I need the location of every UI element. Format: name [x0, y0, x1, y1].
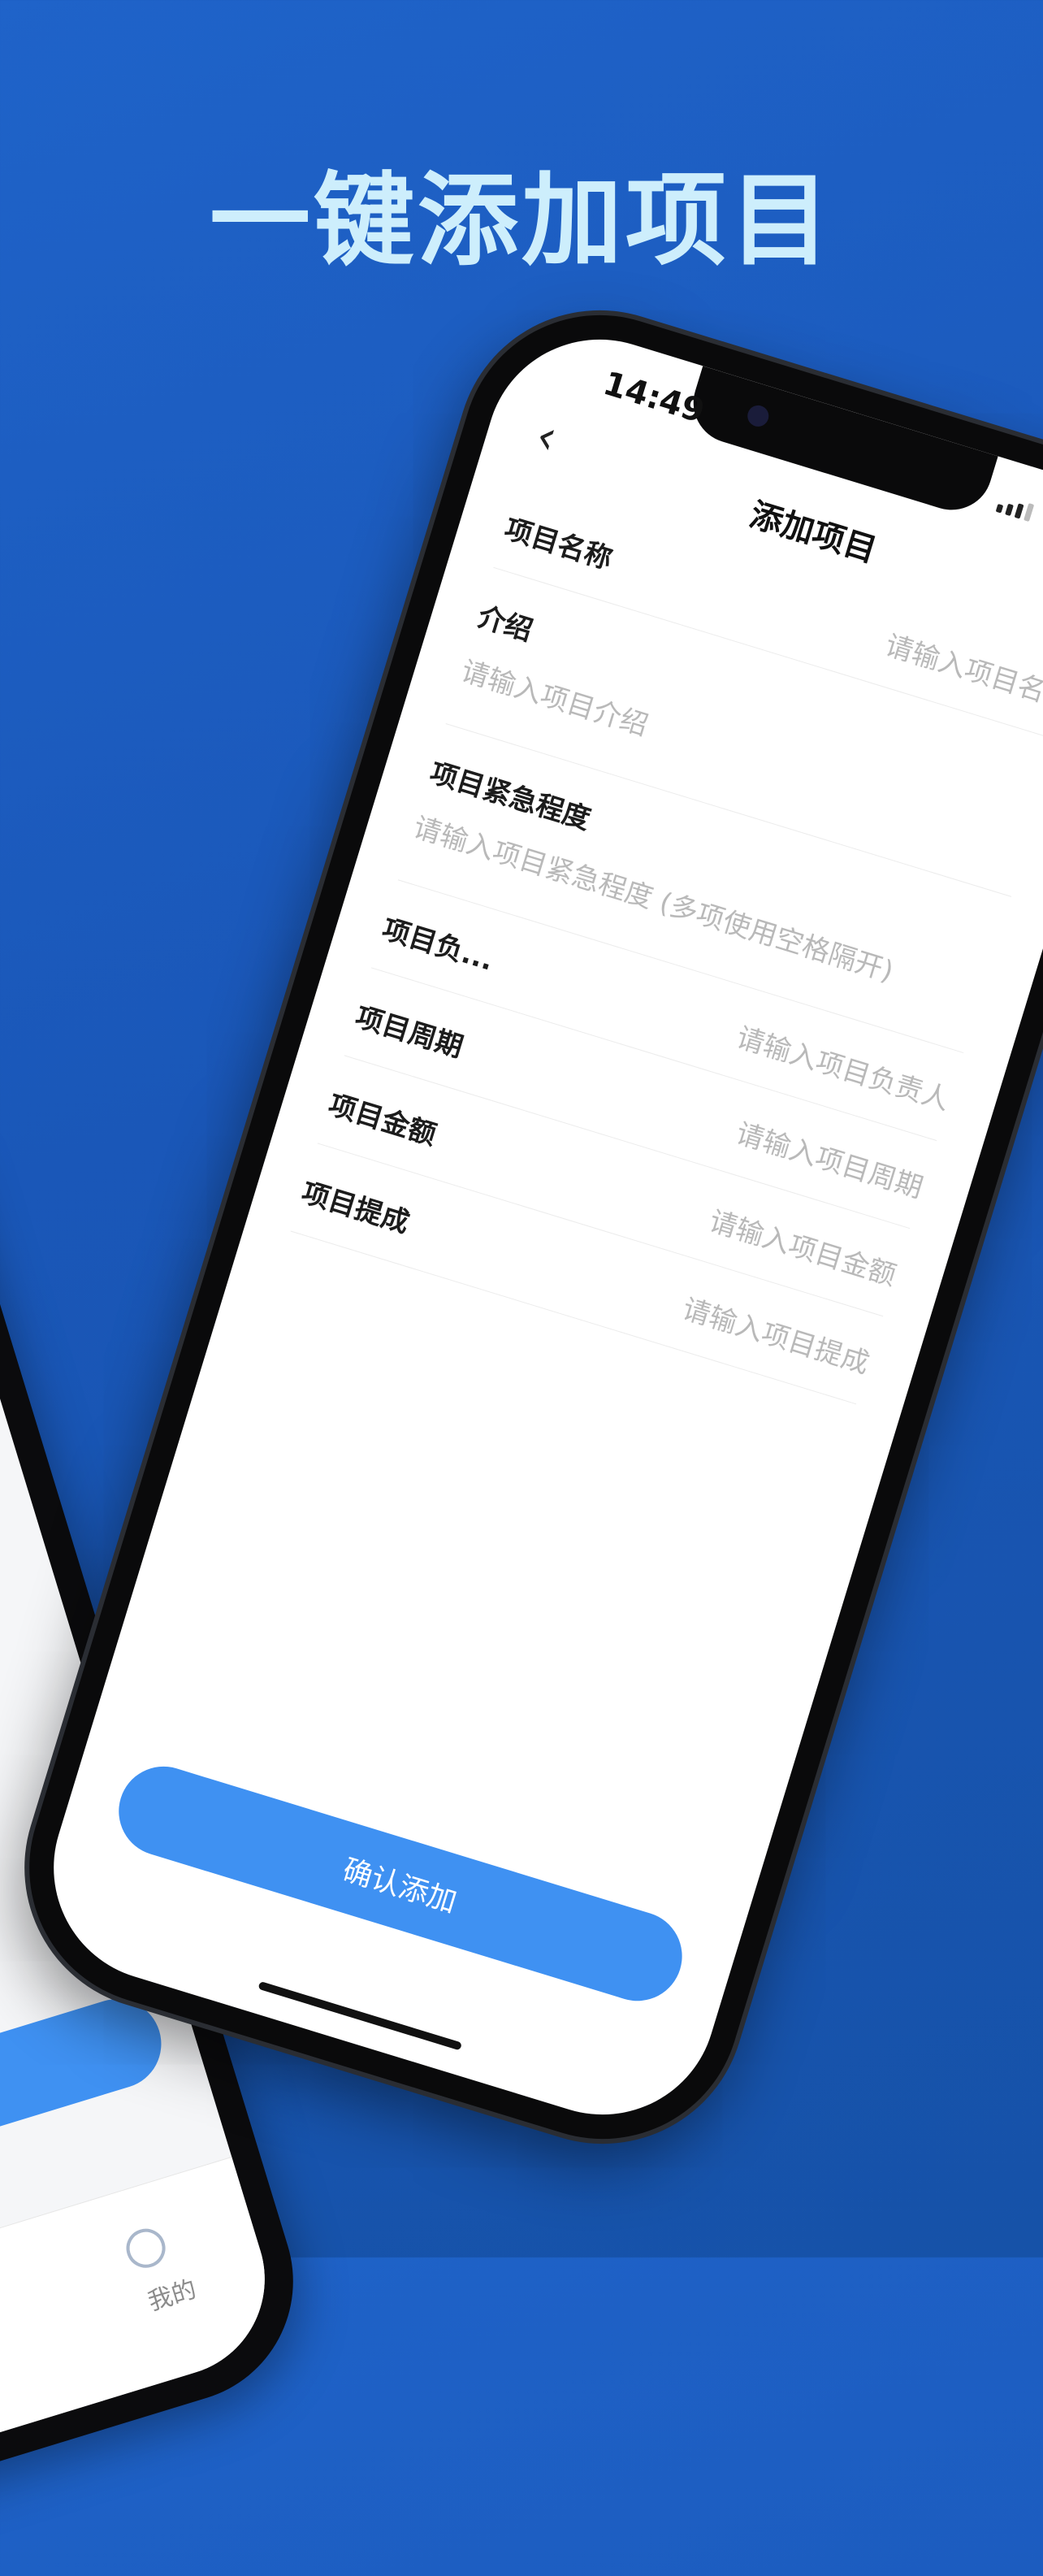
field-label: 介绍: [474, 600, 537, 648]
confirm-add-button[interactable]: 确认添加: [107, 1755, 694, 2012]
field-label: 项目名称: [500, 512, 617, 576]
intro-input[interactable]: 请输入项目介绍: [457, 648, 654, 743]
field-label: 项目负...: [378, 913, 498, 978]
home-indicator: [258, 1980, 463, 2051]
phone-frame: 14:49 ◔ 83 ‹ 添加项目 项目名称 请输入项目名称 介绍 请输入项目介…: [0, 280, 1043, 2174]
field-label: 项目金额: [324, 1088, 440, 1152]
field-label: 项目提成: [297, 1176, 413, 1240]
background-phone-tabbar: 我的: [0, 2156, 289, 2542]
headline: 一键添加项目: [209, 163, 833, 280]
phone-screen: 14:49 ◔ 83 ‹ 添加项目 项目名称 请输入项目名称 介绍 请输入项目介…: [25, 311, 1043, 2143]
add-project-form: 项目名称 请输入项目名称 介绍 请输入项目介绍 项目紧急程度 请输入项目紧急程度…: [247, 466, 1043, 1417]
person-icon: [121, 2223, 171, 2273]
field-label: 项目周期: [351, 1000, 467, 1065]
signal-icon: [995, 494, 1035, 523]
tab-label-mine: 我的: [145, 2275, 200, 2317]
